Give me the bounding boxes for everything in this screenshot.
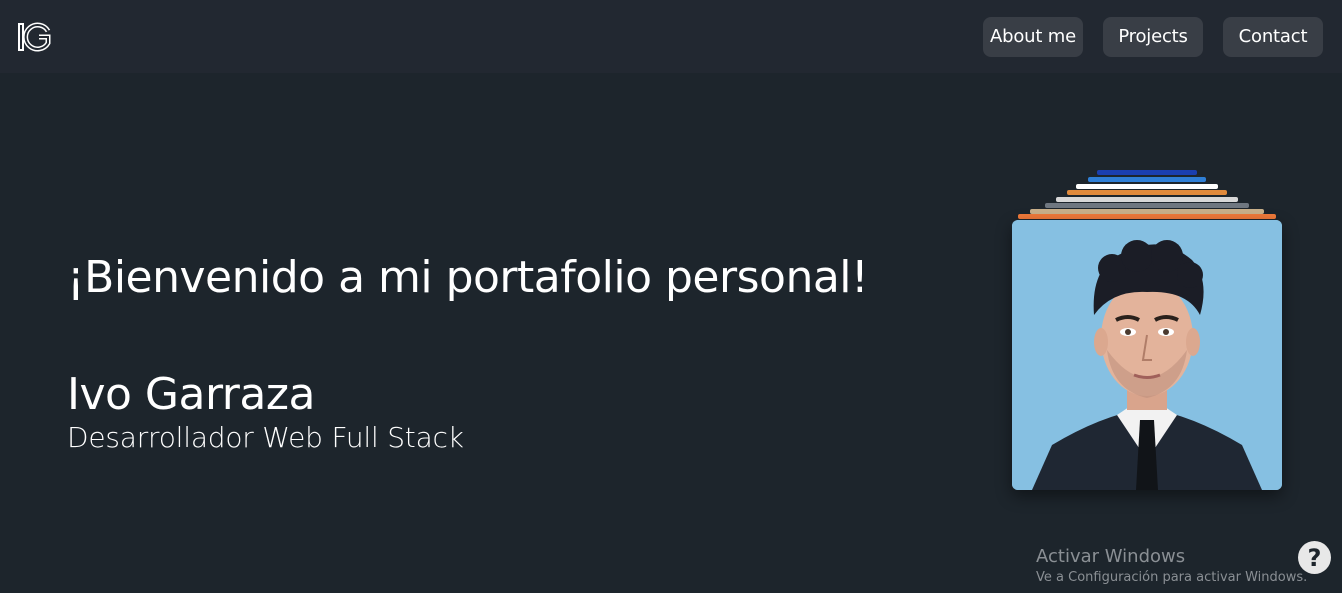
stacked-card	[1018, 214, 1276, 219]
nav-links: About me Projects Contact	[983, 16, 1323, 57]
stacked-card	[1076, 184, 1218, 189]
help-icon[interactable]: ?	[1298, 541, 1331, 574]
photo-card-stack[interactable]	[1012, 168, 1282, 490]
ig-logo-icon[interactable]	[17, 20, 55, 54]
profile-photo	[1012, 220, 1282, 490]
about-me-button[interactable]: About me	[983, 16, 1083, 57]
stacked-card	[1045, 203, 1249, 208]
watermark-title: Activar Windows	[1036, 546, 1186, 567]
stacked-card	[1088, 177, 1206, 182]
top-navbar: About me Projects Contact	[0, 0, 1342, 73]
stacked-card	[1067, 190, 1227, 195]
watermark-subtitle: Ve a Configuración para activar Windows.	[1036, 570, 1308, 585]
welcome-heading: ¡Bienvenido a mi portafolio personal!	[67, 252, 869, 303]
portrait-illustration	[1012, 220, 1282, 490]
owner-name: Ivo Garraza	[67, 369, 315, 420]
owner-role: Desarrollador Web Full Stack	[67, 421, 464, 454]
stacked-card	[1097, 170, 1197, 175]
windows-activation-watermark: Activar Windows Ve a Configuración para …	[1036, 546, 1307, 585]
projects-button[interactable]: Projects	[1103, 16, 1203, 57]
stacked-card	[1056, 197, 1238, 202]
contact-button[interactable]: Contact	[1223, 16, 1323, 57]
